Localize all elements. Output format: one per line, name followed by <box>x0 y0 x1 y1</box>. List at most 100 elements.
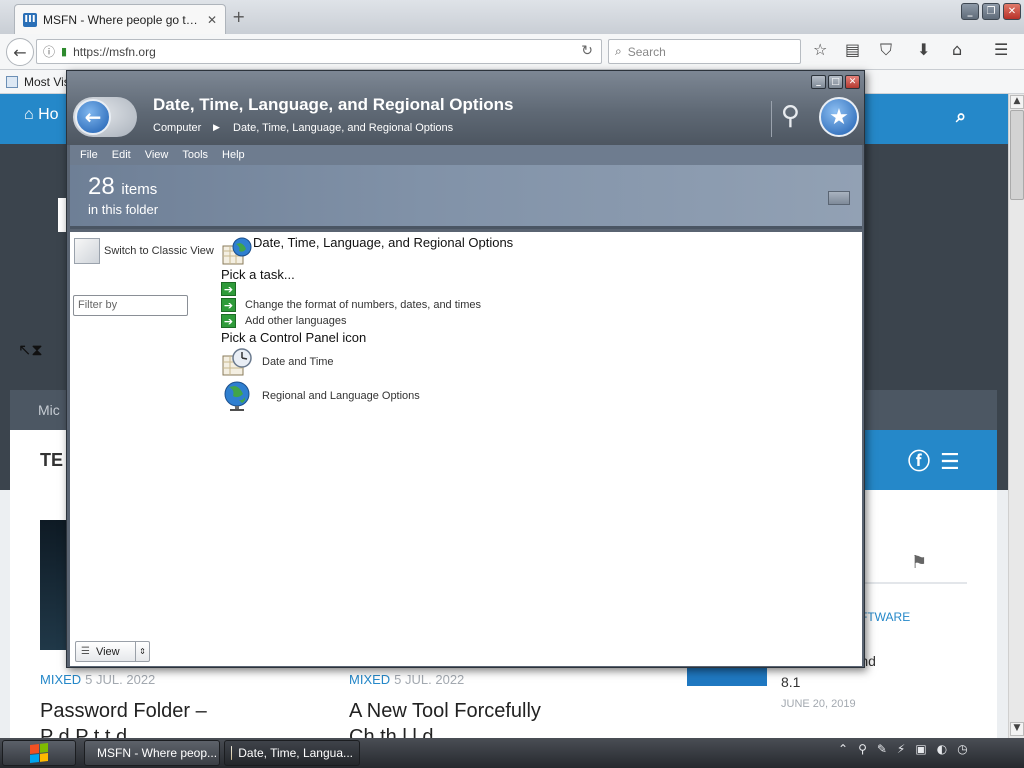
tray-volume-icon[interactable]: ◐ <box>937 742 947 756</box>
windows-logo-icon <box>30 743 48 763</box>
article-title-line2[interactable]: P d P t t d <box>40 726 127 738</box>
taskbar-item-firefox[interactable]: MSFN - Where peop... <box>84 740 220 766</box>
browser-tab[interactable]: III MSFN - Where people go to k... ✕ <box>14 4 226 34</box>
downloads-icon[interactable]: ⬇ <box>917 40 930 59</box>
view-spinner-icon[interactable]: ⇕ <box>135 642 149 661</box>
menu-help[interactable]: Help <box>222 149 245 161</box>
scroll-up-icon[interactable]: ▲ <box>1010 95 1024 109</box>
msfn-favicon-icon: III <box>23 12 37 27</box>
home-icon[interactable]: ⌂ <box>952 40 962 59</box>
minimize-icon[interactable]: _ <box>961 3 979 20</box>
article-title[interactable]: Password Folder – <box>40 700 207 723</box>
reading-list-icon[interactable]: ▤ <box>845 40 860 59</box>
view-label: View <box>95 645 120 658</box>
taskbar-item-label: MSFN - Where peop... <box>97 746 218 760</box>
cp-item-regional-language[interactable]: Regional and Language Options <box>221 380 420 412</box>
search-icon: ⌕ <box>615 44 622 58</box>
tray-pen-icon[interactable]: ✎ <box>877 742 887 756</box>
tag-icon: ⚑ <box>911 552 928 573</box>
article-date: 5 JUL. 2022 <box>394 672 465 687</box>
search-placeholder: Search <box>627 44 666 59</box>
switch-classic-view-link[interactable]: Switch to Classic View <box>74 238 214 264</box>
reload-icon[interactable]: ↻ <box>581 43 593 59</box>
task-link[interactable]: ➔ <box>221 282 245 296</box>
side-tag-label[interactable]: FTWARE <box>860 610 910 624</box>
browser-scrollbar[interactable]: ▲ ▼ <box>1008 94 1024 738</box>
view-list-icon: ☰ <box>81 646 90 657</box>
start-button[interactable] <box>2 740 76 766</box>
green-arrow-icon: ➔ <box>221 298 236 312</box>
menu-view[interactable]: View <box>145 149 169 161</box>
tray-expand-icon[interactable]: ⌃ <box>838 742 848 756</box>
cp-search-icon[interactable]: ⚲ <box>781 101 800 131</box>
site-search-icon[interactable]: ⌕ <box>956 106 966 127</box>
system-tray: ⌃ ⚲ ✎ ⚡ ▣ ◐ ◷ <box>838 742 968 756</box>
tray-network-icon[interactable]: ▣ <box>915 742 926 756</box>
article-meta: MIXED 5 JUL. 2022 <box>349 672 464 687</box>
scroll-down-icon[interactable]: ▼ <box>1010 722 1024 736</box>
social-icons[interactable]: ⓕ☰ <box>908 444 970 476</box>
bookmark-star-icon[interactable]: ☆ <box>813 40 827 59</box>
cp-close-icon[interactable]: ✕ <box>845 75 860 89</box>
facebook-icon[interactable]: ⓕ <box>908 450 940 475</box>
breadcrumb-current[interactable]: Date, Time, Language, and Regional Optio… <box>233 122 453 134</box>
info-icon[interactable]: ⓘ <box>43 43 55 60</box>
category-title: Date, Time, Language, and Regional Optio… <box>253 235 514 250</box>
cp-minimize-icon[interactable]: _ <box>811 75 826 89</box>
site-nav-home-label: Ho <box>38 106 59 123</box>
pocket-icon[interactable]: ⛉ <box>880 40 892 60</box>
article-meta: MIXED 5 JUL. 2022 <box>40 672 155 687</box>
tab-title: MSFN - Where people go to k... <box>43 12 201 27</box>
preview-pane-icon[interactable] <box>828 191 850 205</box>
browser-titlebar: III MSFN - Where people go to k... ✕ + _… <box>0 0 1024 34</box>
maximize-icon[interactable]: ❐ <box>982 3 1000 20</box>
classic-view-icon <box>74 238 100 264</box>
menu-file[interactable]: File <box>80 149 98 161</box>
browser-search-input[interactable]: ⌕ Search <box>608 39 801 64</box>
task-link[interactable]: ➔ Change the format of numbers, dates, a… <box>221 298 481 312</box>
article-category[interactable]: MIXED <box>40 672 81 687</box>
tray-search-icon[interactable]: ⚲ <box>858 742 867 756</box>
menu-tools[interactable]: Tools <box>182 149 208 161</box>
site-category-tab[interactable]: Mic <box>38 402 60 418</box>
item-count-number: 28 <box>88 173 115 200</box>
article-category[interactable]: MIXED <box>349 672 390 687</box>
tray-power-icon[interactable]: ⚡ <box>897 742 905 756</box>
cp-favorites-star-icon[interactable]: ★ <box>819 97 859 137</box>
cp-item-date-time[interactable]: Date and Time <box>221 346 334 378</box>
section-heading: TE <box>40 450 64 470</box>
cp-maximize-icon[interactable]: □ <box>828 75 843 89</box>
cp-item-label: Regional and Language Options <box>262 390 420 402</box>
task-label: Add other languages <box>245 315 347 327</box>
article-title[interactable]: A New Tool Forcefully <box>349 700 541 723</box>
new-tab-icon[interactable]: + <box>232 7 245 26</box>
item-count-sub: in this folder <box>88 202 159 217</box>
control-panel-icon <box>231 746 233 760</box>
bookmark-folder-icon <box>6 75 18 88</box>
cp-menubar: File Edit View Tools Help <box>70 145 862 165</box>
date-time-language-icon <box>222 237 252 265</box>
scroll-thumb[interactable] <box>1010 110 1024 200</box>
site-nav-home[interactable]: ⌂ Ho <box>24 106 59 124</box>
back-arrow-icon[interactable]: ← <box>6 38 34 66</box>
cp-body: Switch to Classic View Filter by Date, T… <box>70 232 862 666</box>
cp-item-label: Date and Time <box>262 356 334 368</box>
tray-clock-icon[interactable]: ◷ <box>957 742 967 756</box>
task-link[interactable]: ➔ Add other languages <box>221 314 347 328</box>
menu-edit[interactable]: Edit <box>112 149 131 161</box>
rss-icon[interactable]: ☰ <box>940 450 970 475</box>
url-bar[interactable]: ⓘ ▮ https://msfn.org ↻ <box>36 39 602 64</box>
close-window-icon[interactable]: ✕ <box>1003 3 1021 20</box>
article-thumbnail[interactable] <box>40 520 68 650</box>
filter-input[interactable]: Filter by <box>73 295 188 316</box>
cp-back-arrow-icon[interactable]: ← <box>75 99 111 135</box>
article-title-line2[interactable]: Ch th l l d <box>349 726 433 738</box>
control-panel-window: _ □ ✕ ← Date, Time, Language, and Region… <box>66 70 865 668</box>
cp-title: Date, Time, Language, and Regional Optio… <box>153 95 514 114</box>
view-selector[interactable]: ☰ View ⇕ <box>75 641 150 662</box>
taskbar-item-control-panel[interactable]: Date, Time, Langua... <box>224 740 360 766</box>
menu-icon[interactable]: ☰ <box>994 40 1008 59</box>
item-count: 28 items <box>88 173 157 201</box>
breadcrumb-computer[interactable]: Computer <box>153 122 201 134</box>
tab-close-icon[interactable]: ✕ <box>207 13 217 27</box>
